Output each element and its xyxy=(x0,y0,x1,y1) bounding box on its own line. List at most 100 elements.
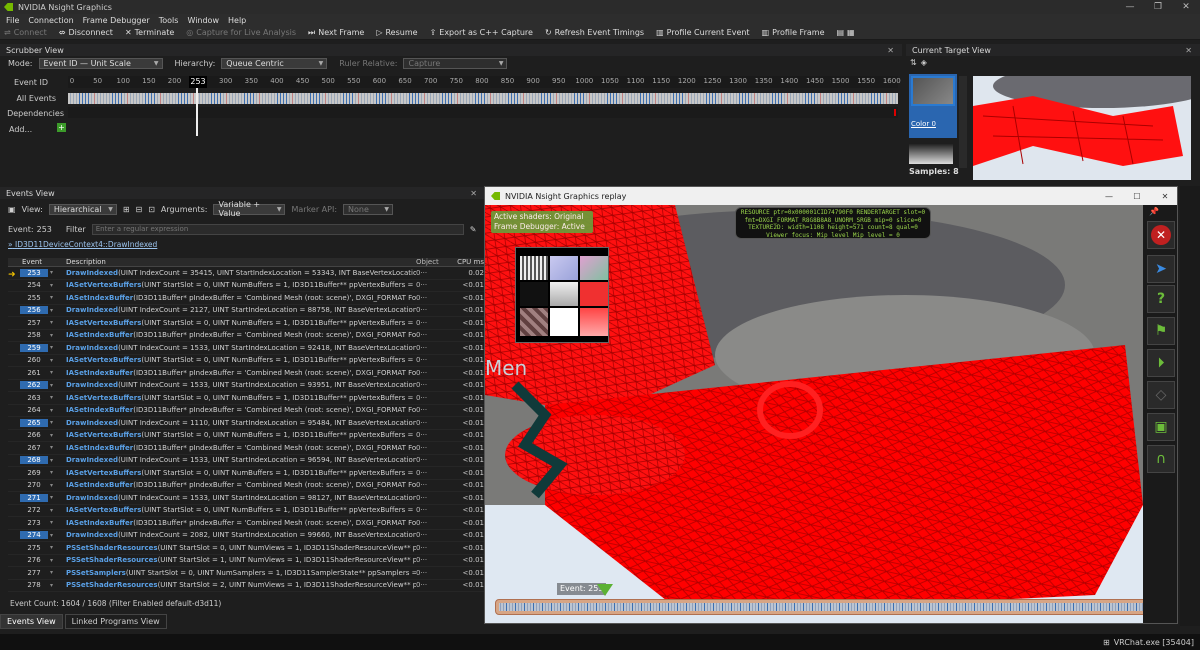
table-row[interactable]: 263 ▾ IASetVertexBuffers(UINT StartSlot = … xyxy=(8,392,484,405)
object-cell[interactable]: 0··· xyxy=(416,369,452,377)
profile-frame-button[interactable]: ▥ Profile Frame xyxy=(762,28,825,37)
view-select[interactable]: Hierarchical ▼ xyxy=(48,203,117,215)
object-cell[interactable]: 0··· xyxy=(416,394,452,402)
function-name[interactable]: DrawIndexed xyxy=(66,494,118,502)
expand-chevron-icon[interactable]: ▾ xyxy=(50,569,53,576)
function-name[interactable]: DrawIndexed xyxy=(66,419,118,427)
function-name[interactable]: DrawIndexed xyxy=(66,531,118,539)
expand-chevron-icon[interactable]: ▾ xyxy=(50,344,53,351)
table-row[interactable]: 269 ▾ IASetVertexBuffers(UINT StartSlot = … xyxy=(8,467,484,480)
event-id[interactable]: 254 xyxy=(20,281,48,289)
object-cell[interactable]: 0··· xyxy=(416,569,452,577)
expand-chevron-icon[interactable]: ▾ xyxy=(50,269,53,276)
expand-chevron-icon[interactable]: ▾ xyxy=(50,319,53,326)
event-id[interactable]: 253 xyxy=(20,268,48,277)
table-row[interactable]: 264 ▾ IASetIndexBuffer(ID3D11Buffer* pInde… xyxy=(8,405,484,417)
function-name[interactable]: DrawIndexed xyxy=(66,381,118,389)
object-cell[interactable]: 0··· xyxy=(416,331,452,339)
settings-icon[interactable]: ▣ xyxy=(8,205,16,214)
function-name[interactable]: IASetVertexBuffers xyxy=(66,394,141,402)
table-row[interactable]: 270 ▾ IASetIndexBuffer(ID3D11Buffer* pInde… xyxy=(8,480,484,492)
event-id[interactable]: 276 xyxy=(20,556,48,564)
arguments-select[interactable]: Variable + Value ▼ xyxy=(213,200,286,218)
function-name[interactable]: PSSetShaderResources xyxy=(66,544,158,552)
menu-file[interactable]: File xyxy=(6,16,19,25)
event-number-field[interactable]: 253 xyxy=(37,225,52,234)
event-id[interactable]: 259 xyxy=(20,343,48,352)
swap-icon[interactable]: ⇅ xyxy=(910,58,917,67)
expand-chevron-icon[interactable]: ▾ xyxy=(50,557,53,564)
close-icon[interactable]: ✕ xyxy=(887,46,894,55)
resume-button[interactable]: ▷ Resume xyxy=(376,28,417,37)
cube-icon[interactable]: ◈ xyxy=(921,58,927,67)
function-name[interactable]: PSSetShaderResources xyxy=(66,581,158,589)
function-name[interactable]: IASetVertexBuffers xyxy=(66,506,141,514)
table-row[interactable]: 262 ▾ DrawIndexed(UINT IndexCount = 1533, … xyxy=(8,380,484,392)
event-marker-icon[interactable] xyxy=(597,584,613,596)
expand-chevron-icon[interactable]: ▾ xyxy=(50,457,53,464)
object-cell[interactable]: 0··· xyxy=(416,469,452,477)
expand-chevron-icon[interactable]: ▾ xyxy=(50,382,53,389)
object-cell[interactable]: 0··· xyxy=(416,356,452,364)
capture-button[interactable]: ◎ Capture for Live Analysis xyxy=(186,28,296,37)
menu-connection[interactable]: Connection xyxy=(28,16,73,25)
texture-thumbnail[interactable] xyxy=(520,282,548,306)
event-id[interactable]: 265 xyxy=(20,418,48,427)
function-name[interactable]: IASetIndexBuffer xyxy=(66,481,133,489)
row-label-dependencies[interactable]: Dependencies xyxy=(4,109,64,118)
table-row[interactable]: 271 ▾ DrawIndexed(UINT IndexCount = 1533, … xyxy=(8,492,484,505)
table-row[interactable]: 273 ▾ IASetIndexBuffer(ID3D11Buffer* pInde… xyxy=(8,517,484,530)
event-id[interactable]: 271 xyxy=(20,493,48,502)
row-label-all-events[interactable]: All Events xyxy=(0,94,56,103)
cursor-sw-icon[interactable]: ➤ xyxy=(1147,255,1175,283)
object-cell[interactable]: 0··· xyxy=(416,269,452,277)
function-name[interactable]: IASetVertexBuffers xyxy=(66,319,141,327)
expand-chevron-icon[interactable]: ▾ xyxy=(50,282,53,289)
object-cell[interactable]: 0··· xyxy=(416,306,452,314)
marker-api-select[interactable]: None ▼ xyxy=(343,203,394,215)
expand-chevron-icon[interactable]: ▾ xyxy=(50,532,53,539)
object-cell[interactable]: 0··· xyxy=(416,406,452,414)
object-cell[interactable]: 0··· xyxy=(416,556,452,564)
table-row[interactable]: 253 ▾ DrawIndexed(UINT IndexCount = 35415,… xyxy=(8,267,484,280)
object-cell[interactable]: 0··· xyxy=(416,519,452,527)
object-cell[interactable]: 0··· xyxy=(416,444,452,452)
event-id[interactable]: 272 xyxy=(20,506,48,514)
minimize-icon[interactable]: — xyxy=(1116,0,1144,14)
object-cell[interactable]: 0··· xyxy=(416,456,452,464)
replay-scrubber-track[interactable] xyxy=(499,603,1163,611)
menu-help[interactable]: Help xyxy=(228,16,246,25)
table-row[interactable]: 254 ▾ IASetVertexBuffers(UINT StartSlot = … xyxy=(8,280,484,292)
pin-icon[interactable]: 📌 xyxy=(1149,207,1159,216)
texture-thumbnail[interactable] xyxy=(580,282,608,306)
object-cell[interactable]: 0··· xyxy=(416,294,452,302)
table-row[interactable]: 267 ▾ IASetIndexBuffer(ID3D11Buffer* pInde… xyxy=(8,442,484,455)
tab-linked-programs[interactable]: Linked Programs View xyxy=(64,613,167,629)
close-icon[interactable]: ✕ xyxy=(1185,46,1192,55)
thumbs-scrollbar[interactable] xyxy=(959,76,967,168)
minimize-icon[interactable]: — xyxy=(1095,192,1123,201)
texture-preview-grid[interactable] xyxy=(515,247,609,343)
event-id[interactable]: 278 xyxy=(20,581,48,589)
event-id[interactable]: 263 xyxy=(20,394,48,402)
table-row[interactable]: 272 ▾ IASetVertexBuffers(UINT StartSlot = … xyxy=(8,505,484,517)
connect-button[interactable]: ⇌ Connect xyxy=(4,28,47,37)
flag-icon[interactable]: ⚑ xyxy=(1147,317,1175,345)
function-name[interactable]: IASetVertexBuffers xyxy=(66,431,141,439)
table-row[interactable]: 268 ▾ DrawIndexed(UINT IndexCount = 1533, … xyxy=(8,455,484,467)
event-id[interactable]: 274 xyxy=(20,531,48,540)
object-cell[interactable]: 0··· xyxy=(416,506,452,514)
texture-thumbnail[interactable] xyxy=(520,308,548,336)
terminate-button[interactable]: ✕ Terminate xyxy=(125,28,174,37)
maximize-icon[interactable]: ☐ xyxy=(1123,192,1151,201)
expand-chevron-icon[interactable]: ▾ xyxy=(50,582,53,589)
texture-thumbnail[interactable] xyxy=(550,282,578,306)
refresh-timings-button[interactable]: ↻ Refresh Event Timings xyxy=(545,28,644,37)
menu-tools[interactable]: Tools xyxy=(159,16,179,25)
object-cell[interactable]: 0··· xyxy=(416,531,452,539)
expand-chevron-icon[interactable]: ▾ xyxy=(50,419,53,426)
event-id[interactable]: 270 xyxy=(20,481,48,489)
function-name[interactable]: IASetIndexBuffer xyxy=(66,406,133,414)
event-id[interactable]: 266 xyxy=(20,431,48,439)
close-icon[interactable]: ✕ xyxy=(470,189,477,198)
